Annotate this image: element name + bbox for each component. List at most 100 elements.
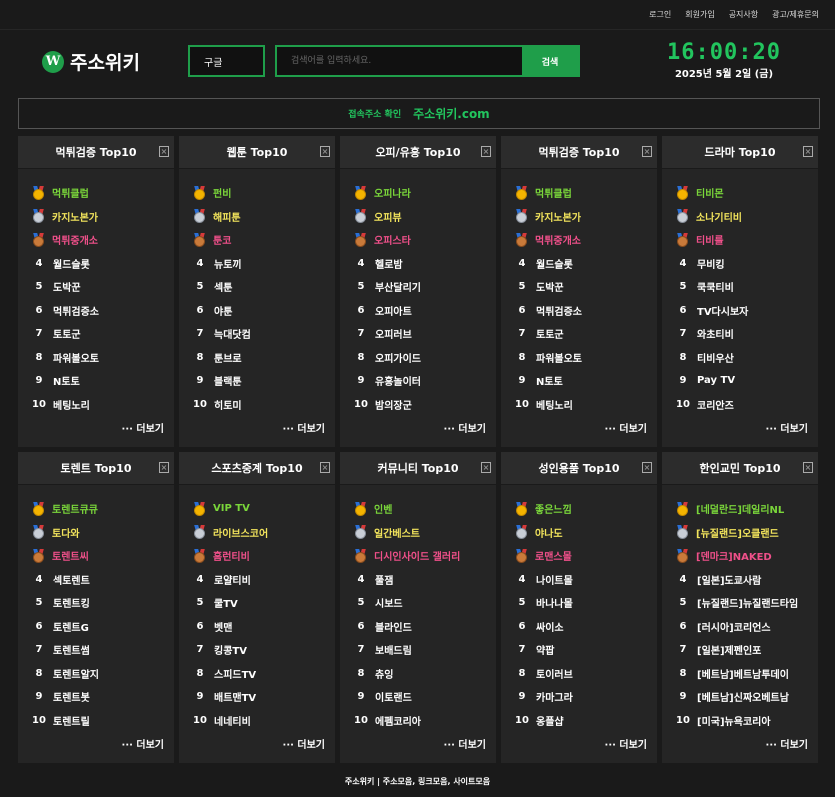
- list-item[interactable]: 10 에펨코리아: [354, 709, 496, 733]
- list-item[interactable]: 4 나이트몰: [515, 568, 657, 592]
- site-link[interactable]: 유흥놀이터: [375, 373, 421, 388]
- list-item[interactable]: 5 쿡쿡티비: [676, 275, 818, 299]
- site-link[interactable]: 토렌트봇: [53, 689, 90, 704]
- site-link[interactable]: 블랙툰: [214, 373, 242, 388]
- site-link[interactable]: 소나기티비: [696, 209, 742, 224]
- list-item[interactable]: 9 이토랜드: [354, 685, 496, 709]
- more-link[interactable]: ··· 더보기: [283, 420, 325, 435]
- more-link[interactable]: ··· 더보기: [766, 420, 808, 435]
- list-item[interactable]: 디시인사이드 갤러리: [354, 544, 496, 568]
- list-item[interactable]: 8 툰브로: [193, 346, 335, 370]
- list-item[interactable]: 5 바나나몰: [515, 591, 657, 615]
- site-link[interactable]: [일본]도쿄사람: [697, 572, 761, 587]
- site-link[interactable]: TV다시보자: [697, 303, 748, 318]
- site-link[interactable]: 오피러브: [375, 326, 412, 341]
- list-item[interactable]: 4 섹토렌트: [32, 568, 174, 592]
- site-link[interactable]: 토다와: [52, 525, 80, 540]
- notice-link[interactable]: 공지사항: [729, 9, 758, 20]
- list-item[interactable]: 5 도박꾼: [32, 275, 174, 299]
- list-item[interactable]: 펀비: [193, 181, 335, 205]
- list-item[interactable]: 5 도박꾼: [515, 275, 657, 299]
- list-item[interactable]: 8 [베트남]베트남투데이: [676, 662, 818, 686]
- site-link[interactable]: 툰코: [213, 232, 231, 247]
- list-item[interactable]: [네덜란드]데일리NL: [676, 497, 818, 521]
- list-item[interactable]: 9 카마그라: [515, 685, 657, 709]
- list-item[interactable]: 8 토이러브: [515, 662, 657, 686]
- site-link[interactable]: 좋은느낌: [535, 501, 572, 516]
- site-link[interactable]: 파워볼오토: [536, 350, 582, 365]
- list-item[interactable]: 인벤: [354, 497, 496, 521]
- site-link[interactable]: 섹토렌트: [53, 572, 90, 587]
- list-item[interactable]: 10 옹플샵: [515, 709, 657, 733]
- site-link[interactable]: 펀비: [213, 185, 231, 200]
- list-item[interactable]: 9 Pay TV: [676, 369, 818, 393]
- site-link[interactable]: 파워볼오토: [53, 350, 99, 365]
- site-link[interactable]: 이토랜드: [375, 689, 412, 704]
- list-item[interactable]: 10 밤의장군: [354, 393, 496, 417]
- list-item[interactable]: 일간베스트: [354, 521, 496, 545]
- site-link[interactable]: 인벤: [374, 501, 392, 516]
- close-icon[interactable]: ×: [481, 462, 491, 473]
- list-item[interactable]: 5 쿨TV: [193, 591, 335, 615]
- site-link[interactable]: 야툰: [214, 303, 232, 318]
- list-item[interactable]: 7 토렌트썸: [32, 638, 174, 662]
- list-item[interactable]: 오피스타: [354, 228, 496, 252]
- list-item[interactable]: 7 늑대닷컴: [193, 322, 335, 346]
- site-link[interactable]: 무비킹: [697, 256, 725, 271]
- site-link[interactable]: 쿡쿡티비: [697, 279, 734, 294]
- site-link[interactable]: 디시인사이드 갤러리: [374, 548, 460, 563]
- site-link[interactable]: 오피나라: [374, 185, 411, 200]
- site-link[interactable]: 홈런티비: [213, 548, 250, 563]
- site-link[interactable]: 코리안즈: [697, 397, 734, 412]
- list-item[interactable]: 카지노본가: [515, 205, 657, 229]
- list-item[interactable]: 좋은느낌: [515, 497, 657, 521]
- list-item[interactable]: 6 먹튀검증소: [515, 299, 657, 323]
- list-item[interactable]: 7 약팝: [515, 638, 657, 662]
- site-link[interactable]: 쿨TV: [214, 595, 238, 610]
- more-link[interactable]: ··· 더보기: [283, 736, 325, 751]
- list-item[interactable]: 티비룰: [676, 228, 818, 252]
- list-item[interactable]: 5 섹툰: [193, 275, 335, 299]
- site-link[interactable]: 먹튀클럽: [52, 185, 89, 200]
- list-item[interactable]: 토다와: [32, 521, 174, 545]
- site-link[interactable]: 싸이소: [536, 619, 564, 634]
- site-link[interactable]: 스피드TV: [214, 666, 256, 681]
- list-item[interactable]: 9 블랙툰: [193, 369, 335, 393]
- list-item[interactable]: 8 티비우산: [676, 346, 818, 370]
- list-item[interactable]: 4 헬로밤: [354, 252, 496, 276]
- close-icon[interactable]: ×: [481, 146, 491, 157]
- list-item[interactable]: 5 시보드: [354, 591, 496, 615]
- list-item[interactable]: 야나도: [515, 521, 657, 545]
- site-link[interactable]: 토토군: [536, 326, 564, 341]
- close-icon[interactable]: ×: [642, 462, 652, 473]
- list-item[interactable]: 7 보배드림: [354, 638, 496, 662]
- site-link[interactable]: [덴마크]NAKED: [696, 548, 772, 563]
- site-link[interactable]: 토렌트G: [53, 619, 89, 634]
- list-item[interactable]: 6 벳맨: [193, 615, 335, 639]
- list-item[interactable]: 7 와초티비: [676, 322, 818, 346]
- list-item[interactable]: 4 월드슬롯: [32, 252, 174, 276]
- list-item[interactable]: 티비몬: [676, 181, 818, 205]
- site-link[interactable]: 도박꾼: [53, 279, 81, 294]
- list-item[interactable]: 4 무비킹: [676, 252, 818, 276]
- login-link[interactable]: 로그인: [649, 9, 671, 20]
- site-link[interactable]: 먹튀클럽: [535, 185, 572, 200]
- site-link[interactable]: 부산달리기: [375, 279, 421, 294]
- site-link[interactable]: 늑대닷컴: [214, 326, 251, 341]
- close-icon[interactable]: ×: [320, 462, 330, 473]
- site-link[interactable]: 히토미: [214, 397, 242, 412]
- site-link[interactable]: [베트남]신짜오베트남: [697, 689, 789, 704]
- list-item[interactable]: 7 킹콩TV: [193, 638, 335, 662]
- more-link[interactable]: ··· 더보기: [444, 420, 486, 435]
- site-link[interactable]: 먹튀중개소: [52, 232, 98, 247]
- site-link[interactable]: [일본]제펜인포: [697, 642, 761, 657]
- more-link[interactable]: ··· 더보기: [122, 420, 164, 435]
- site-link[interactable]: 토렌트알지: [53, 666, 99, 681]
- site-link[interactable]: 약팝: [536, 642, 554, 657]
- list-item[interactable]: 9 배트맨TV: [193, 685, 335, 709]
- more-link[interactable]: ··· 더보기: [122, 736, 164, 751]
- list-item[interactable]: 8 파워볼오토: [515, 346, 657, 370]
- site-link[interactable]: [미국]뉴욕코리아: [697, 713, 771, 728]
- site-link[interactable]: 풀잼: [375, 572, 393, 587]
- site-link[interactable]: 오피가이드: [375, 350, 421, 365]
